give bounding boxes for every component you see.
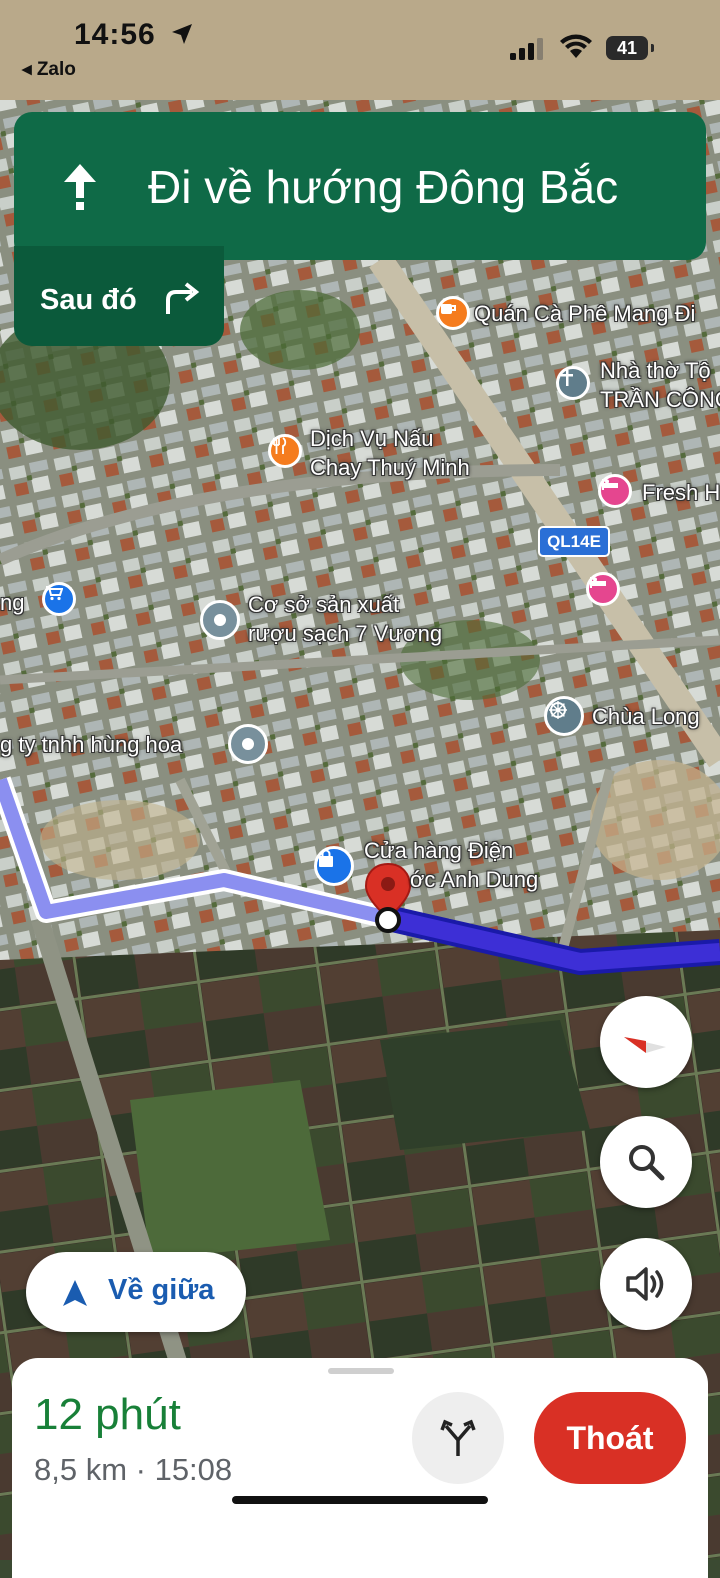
poi-label-church-line2: TRẦN CÔNG	[600, 387, 720, 412]
eta-duration: 12 phút	[34, 1390, 181, 1439]
hotel-icon[interactable]	[598, 474, 632, 508]
restaurant-icon[interactable]	[268, 434, 302, 468]
home-indicator[interactable]	[232, 1496, 488, 1504]
compass-icon	[624, 1037, 666, 1053]
search-icon	[629, 1145, 665, 1181]
eta-distance-arrival: 8,5 km · 15:08	[34, 1452, 233, 1487]
route-shield-ql14e: QL14E	[538, 526, 610, 557]
dharma-wheel-icon[interactable]	[544, 696, 584, 736]
place-icon[interactable]	[228, 724, 268, 764]
coffee-icon[interactable]	[436, 296, 470, 330]
cellular-signal-icon	[510, 38, 543, 60]
shopping-cart-icon[interactable]	[42, 582, 76, 616]
poi-label-distillery-line1: Cơ sở sản xuất	[248, 592, 400, 617]
poi-label-restaurant-line2: Chay Thuý Minh	[310, 455, 470, 480]
place-icon[interactable]	[200, 600, 240, 640]
poi-label-pagoda[interactable]: Chùa Long	[592, 702, 700, 731]
recenter-label: Về giữa	[108, 1274, 215, 1306]
exit-navigation-button[interactable]: Thoát	[534, 1392, 686, 1484]
location-arrow-icon	[172, 24, 192, 44]
poi-label-church-line1: Nhà thờ Tộ	[600, 358, 711, 383]
search-button[interactable]	[600, 1116, 692, 1208]
status-time: 14:56	[74, 18, 156, 51]
back-triangle-icon: ◂	[22, 59, 37, 80]
battery-icon: 41	[606, 36, 654, 60]
poi-label-distillery-line2: rượu sạch 7 Vương	[248, 621, 443, 646]
wifi-icon	[560, 34, 592, 58]
nav-instruction-text: Đi về hướng Đông Bắc	[148, 161, 619, 213]
trip-summary-sheet[interactable]: 12 phút 8,5 km · 15:08 Thoát	[12, 1358, 708, 1578]
compass-button[interactable]	[600, 996, 692, 1088]
next-step-label: Sau đó	[40, 284, 137, 316]
poi-label-church[interactable]: Nhà thờ Tộ TRẦN CÔNG	[600, 356, 720, 414]
volume-icon	[626, 1267, 664, 1301]
straight-arrow-icon	[64, 164, 96, 210]
back-to-app-link[interactable]: ◂ Zalo	[22, 58, 76, 81]
poi-label-shop[interactable]: ng	[0, 588, 24, 617]
navigation-instruction-banner[interactable]: Đi về hướng Đông Bắc	[14, 112, 706, 260]
poi-label-hotel[interactable]: Fresh H	[642, 478, 720, 507]
poi-label-restaurant[interactable]: Dịch Vụ Nấu Chay Thuý Minh	[310, 424, 470, 482]
turn-right-icon	[166, 282, 200, 314]
poi-label-restaurant-line1: Dịch Vụ Nấu	[310, 426, 434, 451]
shopping-bag-icon[interactable]	[314, 846, 354, 886]
navigation-arrow-icon	[63, 1280, 87, 1306]
sheet-drag-handle[interactable]	[328, 1368, 394, 1374]
sound-button[interactable]	[600, 1238, 692, 1330]
status-bar: 14:56 ◂ Zalo 41	[0, 0, 720, 96]
hotel-icon[interactable]	[586, 572, 620, 606]
poi-label-company[interactable]: g ty tnhh hùng hoa	[0, 730, 182, 759]
back-app-label: Zalo	[36, 59, 76, 80]
poi-label-coffee[interactable]: Quán Cà Phê Mang Đi	[474, 299, 695, 328]
poi-label-distillery[interactable]: Cơ sở sản xuất rượu sạch 7 Vương	[248, 590, 442, 648]
next-step-box[interactable]: Sau đó	[14, 246, 224, 346]
fork-routes-icon	[440, 1419, 476, 1456]
recenter-button[interactable]: Về giữa	[26, 1252, 246, 1332]
alternate-routes-button[interactable]	[412, 1392, 504, 1484]
church-icon[interactable]	[556, 366, 590, 400]
poi-label-electric-shop-line1: Cửa hàng Điện	[364, 838, 514, 863]
poi-label-electric-shop[interactable]: Cửa hàng Điện ớc Anh Dung	[364, 836, 538, 894]
poi-label-electric-shop-line2: ớc Anh Dung	[410, 867, 539, 892]
